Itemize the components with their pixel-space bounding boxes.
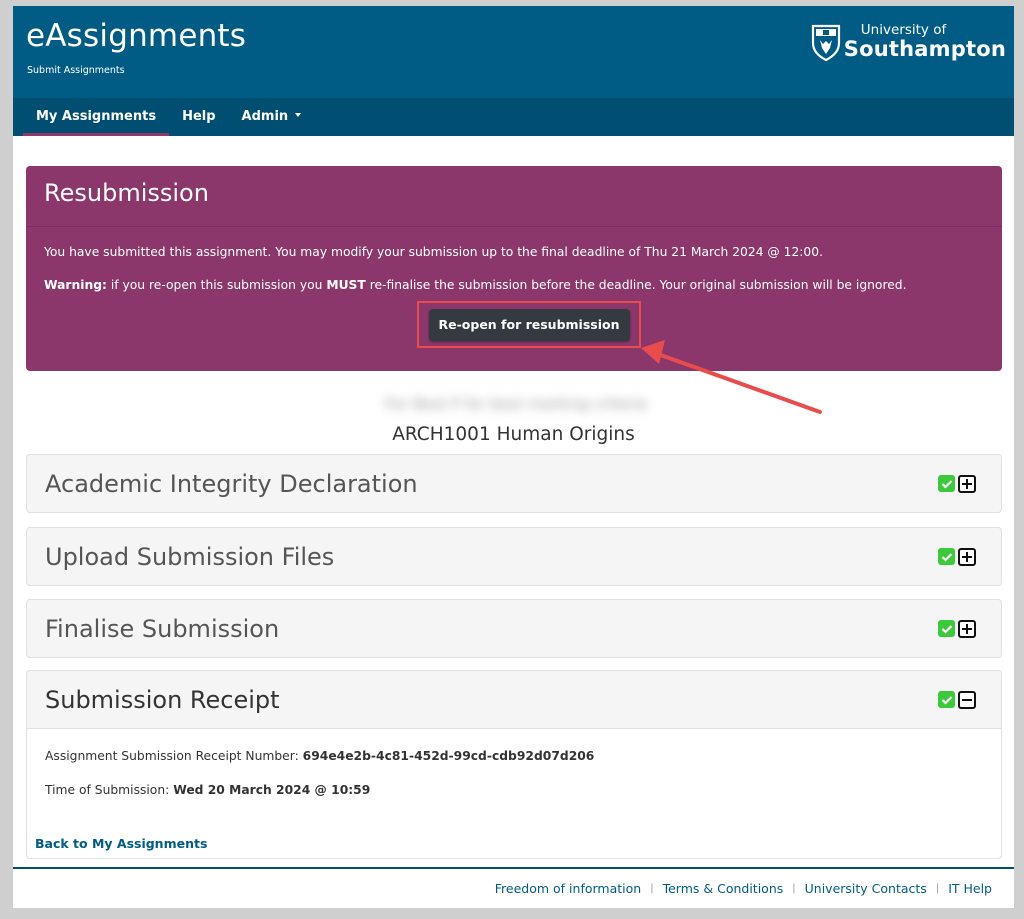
resubmission-warning: Warning: if you re-open this submission … — [44, 278, 984, 293]
submission-time: Time of Submission: Wed 20 March 2024 @ … — [45, 783, 370, 797]
section-title: Upload Submission Files — [45, 542, 335, 571]
expand-plus-icon[interactable] — [958, 474, 976, 493]
warning-text-post: re-finalise the submission before the de… — [365, 278, 907, 292]
nav-help-label: Help — [182, 109, 216, 124]
blurred-assignment-title: For Best P for best marking criteria — [384, 395, 648, 413]
resubmission-title: Resubmission — [26, 166, 1002, 227]
footer-link-terms[interactable]: Terms & Conditions — [663, 881, 784, 896]
check-icon — [938, 620, 955, 637]
receipt-body: Assignment Submission Receipt Number: 69… — [27, 728, 1001, 858]
course-title: ARCH1001 Human Origins — [392, 424, 635, 445]
footer-separator: | — [650, 883, 654, 894]
submission-time-label: Time of Submission: — [45, 783, 170, 797]
expand-plus-icon[interactable] — [958, 619, 976, 638]
logo-line1: University of — [860, 21, 947, 38]
app-title: eAssignments — [26, 18, 247, 54]
app-subtitle: Submit Assignments — [27, 65, 125, 76]
footer-link-foi[interactable]: Freedom of information — [495, 881, 641, 896]
nav-my-assignments[interactable]: My Assignments — [23, 98, 170, 136]
check-icon — [938, 548, 955, 565]
section-upload-files[interactable]: Upload Submission Files — [26, 527, 1002, 586]
caret-down-icon — [295, 112, 302, 117]
footer-divider — [13, 867, 1014, 869]
receipt-number-value: 694e4e2b-4c81-452d-99cd-cdb92d07d206 — [302, 749, 595, 763]
reopen-resubmission-button[interactable]: Re-open for resubmission — [428, 308, 630, 341]
footer-links: Freedom of information | Terms & Conditi… — [495, 881, 992, 896]
check-icon — [938, 475, 955, 492]
university-logo[interactable]: University of Southampton — [810, 23, 1006, 61]
expand-plus-icon[interactable] — [958, 547, 976, 566]
warning-text-pre: if you re-open this submission you — [106, 278, 327, 292]
section-finalise[interactable]: Finalise Submission — [26, 599, 1002, 658]
nav-help[interactable]: Help — [169, 98, 228, 136]
warning-must: MUST — [326, 278, 366, 292]
highlight-box: Re-open for resubmission — [417, 301, 641, 348]
section-title: Academic Integrity Declaration — [45, 469, 418, 498]
submission-time-value: Wed 20 March 2024 @ 10:59 — [173, 783, 371, 797]
logo-line2: Southampton — [843, 37, 1006, 62]
section-receipt-header[interactable]: Submission Receipt — [27, 671, 1001, 728]
resubmission-panel: Resubmission You have submitted this ass… — [26, 166, 1002, 371]
resubmission-message: You have submitted this assignment. You … — [44, 245, 823, 259]
collapse-minus-icon[interactable] — [958, 690, 976, 709]
page-frame: eAssignments Submit Assignments Universi… — [13, 6, 1014, 908]
receipt-number-label: Assignment Submission Receipt Number: — [45, 749, 299, 763]
footer-link-contacts[interactable]: University Contacts — [805, 881, 927, 896]
section-academic-integrity[interactable]: Academic Integrity Declaration — [26, 454, 1002, 513]
footer-separator: | — [935, 883, 940, 894]
back-to-assignments-link[interactable]: Back to My Assignments — [35, 836, 207, 851]
nav-admin-label: Admin — [241, 109, 289, 124]
nav-my-assignments-label: My Assignments — [36, 109, 157, 124]
university-crest-icon — [811, 24, 840, 61]
footer-separator: | — [792, 883, 796, 894]
check-icon — [938, 691, 955, 708]
section-title: Submission Receipt — [45, 685, 280, 714]
section-title: Finalise Submission — [45, 614, 280, 643]
main-nav: My Assignments Help Admin — [13, 98, 1014, 136]
section-submission-receipt: Submission Receipt Assignment Submission… — [26, 670, 1002, 859]
nav-admin-dropdown[interactable]: Admin — [229, 98, 315, 136]
warning-label: Warning: — [44, 278, 107, 292]
brand-header: eAssignments Submit Assignments Universi… — [13, 6, 1014, 98]
receipt-number: Assignment Submission Receipt Number: 69… — [45, 749, 594, 763]
footer-link-it-help[interactable]: IT Help — [948, 881, 992, 896]
